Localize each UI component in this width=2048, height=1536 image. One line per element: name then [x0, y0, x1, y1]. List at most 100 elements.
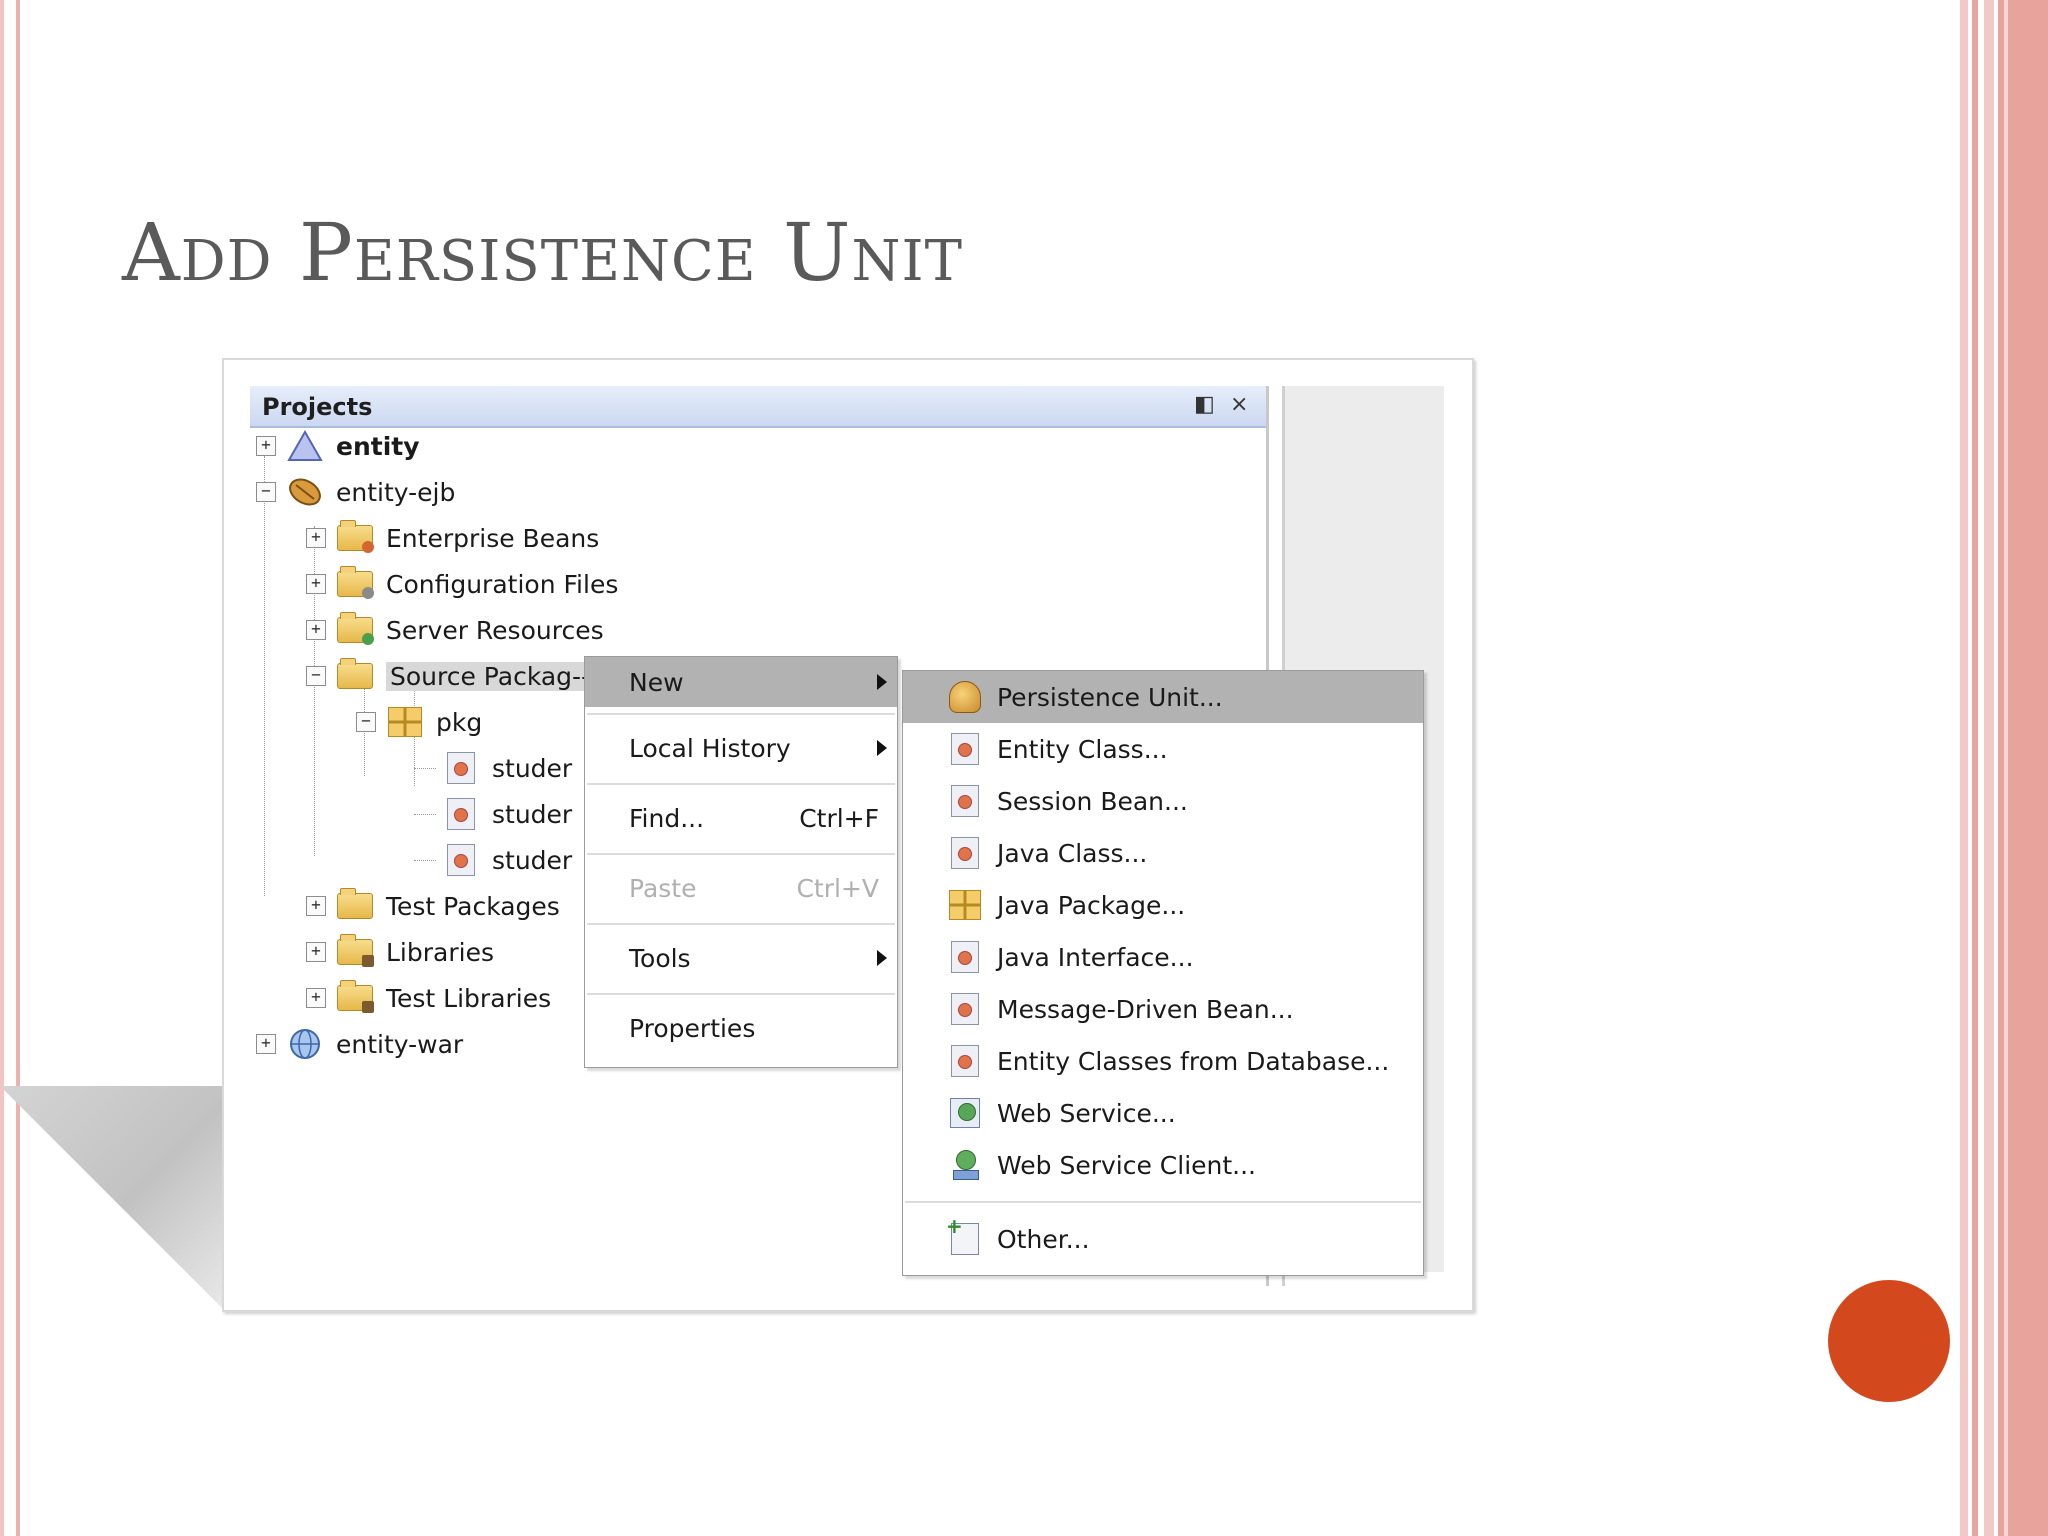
- submenu-arrow-icon: [877, 740, 887, 756]
- expand-icon[interactable]: +: [256, 436, 276, 456]
- collapse-icon[interactable]: −: [306, 666, 326, 686]
- submenu-item-web-service[interactable]: Web Service...: [903, 1087, 1423, 1139]
- tree-item-label: pkg: [436, 707, 483, 737]
- tree-item-label: Enterprise Beans: [386, 523, 600, 553]
- collapse-icon[interactable]: −: [256, 482, 276, 502]
- menu-item-label: Properties: [629, 1013, 756, 1043]
- tree-item-entity-war[interactable]: + entity-war: [256, 1024, 463, 1064]
- folder-icon: [336, 612, 374, 645]
- menu-item-label: New: [629, 667, 684, 697]
- close-window-icon[interactable]: ×: [1230, 392, 1248, 417]
- tree-item-test-packages[interactable]: + Test Packages: [306, 886, 560, 926]
- tree-item-label: entity-war: [336, 1029, 464, 1059]
- shortcut-label: Ctrl+V: [796, 873, 879, 903]
- slide-right-border-3: [1984, 0, 1994, 1536]
- java-interface-icon: [949, 941, 981, 973]
- tree-item-label: studer: [492, 845, 573, 875]
- folder-icon: [336, 566, 374, 599]
- projects-panel-header: Projects ◧ ×: [250, 386, 1266, 428]
- tree-item-source-packages[interactable]: − Source Packag--: [306, 656, 595, 696]
- tree-item-student-1[interactable]: studer: [414, 748, 572, 788]
- submenu-item-entity-classes-from-database[interactable]: Entity Classes from Database...: [903, 1035, 1423, 1087]
- tree-item-enterprise-beans[interactable]: + Enterprise Beans: [306, 518, 599, 558]
- slide-right-border-1: [1960, 0, 1968, 1536]
- menu-item-label: Java Package...: [997, 890, 1186, 920]
- menu-separator: [587, 923, 895, 925]
- entity-class-icon: [949, 733, 981, 765]
- expand-icon[interactable]: +: [306, 574, 326, 594]
- slide-right-border-5: [2004, 0, 2008, 1536]
- tree-item-test-libraries[interactable]: + Test Libraries: [306, 978, 551, 1018]
- submenu-item-message-driven-bean[interactable]: Message-Driven Bean...: [903, 983, 1423, 1035]
- menu-item-label: Tools: [629, 943, 691, 973]
- menu-item-label: Web Service...: [997, 1098, 1176, 1128]
- menu-separator: [587, 713, 895, 715]
- folder-icon: [336, 520, 374, 553]
- tree-item-label: entity-ejb: [336, 477, 456, 507]
- tree-item-label: Server Resources: [386, 615, 604, 645]
- menu-separator: [587, 993, 895, 995]
- session-bean-icon: [949, 785, 981, 817]
- menu-separator: [587, 853, 895, 855]
- submenu-item-persistence-unit[interactable]: Persistence Unit...: [903, 671, 1423, 723]
- expand-icon[interactable]: +: [306, 528, 326, 548]
- persistence-unit-icon: [949, 681, 981, 713]
- menu-item-label: Find...: [629, 803, 705, 833]
- expand-icon[interactable]: +: [306, 988, 326, 1008]
- tree-item-label: Source Packag--: [386, 661, 595, 691]
- new-file-icon: [946, 1214, 981, 1255]
- tree-item-server-resources[interactable]: + Server Resources: [306, 610, 604, 650]
- tree-item-libraries[interactable]: + Libraries: [306, 932, 494, 972]
- submenu-item-java-interface[interactable]: Java Interface...: [903, 931, 1423, 983]
- submenu-item-session-bean[interactable]: Session Bean...: [903, 775, 1423, 827]
- web-service-client-icon: [949, 1149, 981, 1181]
- slide-title: Add Persistence Unit: [122, 206, 963, 299]
- submenu-item-entity-class[interactable]: Entity Class...: [903, 723, 1423, 775]
- tree-connector: [414, 767, 436, 769]
- tree-item-pkg[interactable]: − pkg: [356, 702, 482, 742]
- slide-left-border: [0, 0, 4, 1536]
- submenu-item-web-service-client[interactable]: Web Service Client...: [903, 1139, 1423, 1191]
- minimize-window-icon[interactable]: ◧: [1194, 392, 1215, 417]
- menu-item-local-history[interactable]: Local History: [585, 723, 897, 773]
- expand-icon[interactable]: +: [306, 620, 326, 640]
- web-service-icon: [949, 1097, 981, 1129]
- folder-icon: [336, 888, 374, 921]
- submenu-item-other[interactable]: Other...: [903, 1213, 1423, 1265]
- tree-connector: [414, 859, 436, 861]
- java-class-icon: [442, 798, 480, 830]
- menu-item-label: Entity Classes from Database...: [997, 1046, 1390, 1076]
- menu-separator: [905, 1201, 1421, 1203]
- new-submenu: Persistence Unit... Entity Class... Sess…: [902, 670, 1424, 1276]
- menu-item-new[interactable]: New: [585, 657, 897, 707]
- tree-item-student-2[interactable]: studer: [414, 794, 572, 834]
- tree-item-label: studer: [492, 799, 573, 829]
- menu-item-properties[interactable]: Properties: [585, 1003, 897, 1053]
- slide-right-border-2: [1972, 0, 1978, 1536]
- menu-item-label: Message-Driven Bean...: [997, 994, 1294, 1024]
- menu-item-label: Session Bean...: [997, 786, 1188, 816]
- java-class-icon: [442, 752, 480, 784]
- expand-icon[interactable]: +: [306, 942, 326, 962]
- java-class-icon: [949, 837, 981, 869]
- menu-item-label: Entity Class...: [997, 734, 1168, 764]
- tree-item-entity-ejb[interactable]: − entity-ejb: [256, 472, 455, 512]
- submenu-item-java-class[interactable]: Java Class...: [903, 827, 1423, 879]
- tree-item-label: Test Packages: [386, 891, 560, 921]
- submenu-item-java-package[interactable]: Java Package...: [903, 879, 1423, 931]
- menu-item-label: Local History: [629, 733, 791, 763]
- menu-item-find[interactable]: Find... Ctrl+F: [585, 793, 897, 843]
- tree-item-student-3[interactable]: studer: [414, 840, 572, 880]
- tree-item-label: entity: [336, 431, 420, 461]
- tree-item-entity[interactable]: + entity: [256, 426, 420, 466]
- tree-item-label: Configuration Files: [386, 569, 619, 599]
- tree-item-label: Libraries: [386, 937, 494, 967]
- collapse-icon[interactable]: −: [356, 712, 376, 732]
- entity-classes-db-icon: [949, 1045, 981, 1077]
- project-triangle-icon: [286, 430, 324, 461]
- expand-icon[interactable]: +: [256, 1034, 276, 1054]
- menu-item-tools[interactable]: Tools: [585, 933, 897, 983]
- tree-item-configuration-files[interactable]: + Configuration Files: [306, 564, 618, 604]
- expand-icon[interactable]: +: [306, 896, 326, 916]
- package-icon: [386, 707, 424, 737]
